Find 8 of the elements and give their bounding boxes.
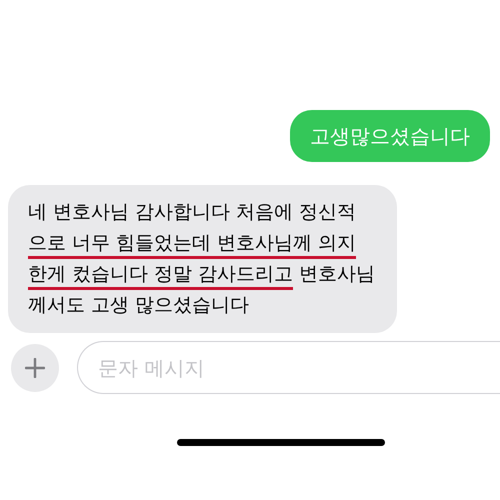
sent-message-bubble: 고생많으셨습니다 — [290, 110, 490, 162]
message-text-line: 한게 컸습니다 정말 감사드리고 변호사님 — [28, 259, 376, 290]
message-text-line: 네 변호사님 감사합니다 처음에 정신적 — [28, 200, 358, 225]
message-input-field[interactable]: 문자 메시지 — [77, 341, 500, 394]
message-text-line: 께서도 고생 많으셨습니다 — [28, 293, 250, 318]
message-text-line: 으로 너무 힘들었는데 변호사님께 의지 — [28, 228, 376, 259]
add-button[interactable] — [11, 344, 59, 392]
plus-icon — [25, 358, 45, 378]
